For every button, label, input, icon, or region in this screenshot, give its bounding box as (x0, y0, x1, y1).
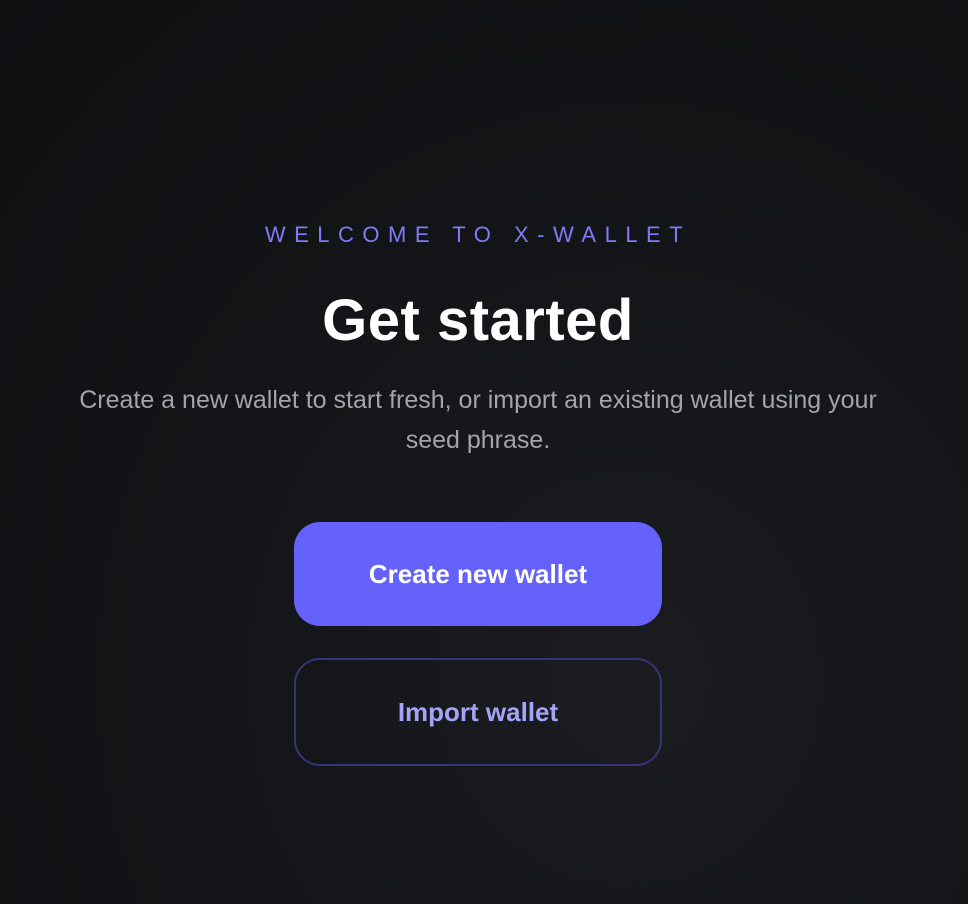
page-title: Get started (322, 288, 634, 353)
create-wallet-button[interactable]: Create new wallet (294, 522, 662, 626)
onboarding-screen: WELCOME TO X-WALLET Get started Create a… (0, 0, 968, 904)
import-wallet-button[interactable]: Import wallet (294, 658, 662, 766)
page-subtitle: Create a new wallet to start fresh, or i… (79, 386, 877, 454)
welcome-eyebrow: WELCOME TO X-WALLET (264, 222, 692, 247)
